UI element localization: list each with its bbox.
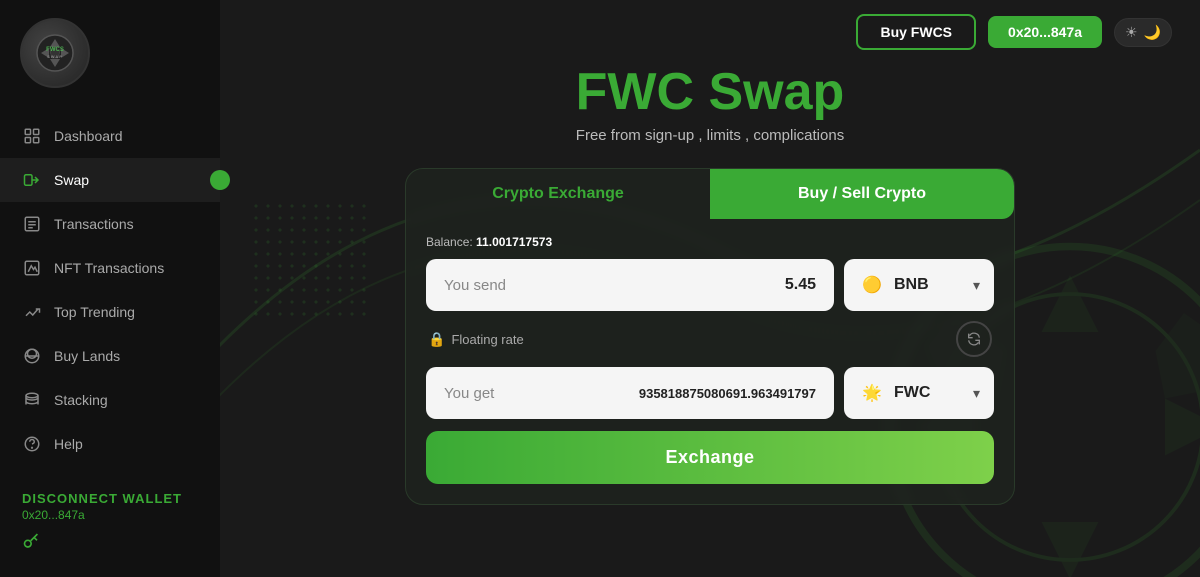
sidebar-nav: Dashboard Swap Transactions [0,114,220,466]
sidebar-item-dashboard-label: Dashboard [54,128,123,144]
you-get-input-box[interactable]: You get 935818875080691.963491797 [426,367,834,419]
tab-buy-sell-crypto[interactable]: Buy / Sell Crypto [710,169,1014,219]
you-send-value: 5.45 [785,276,816,294]
svg-text:FWCS: FWCS [46,47,64,53]
sidebar-item-stacking[interactable]: Stacking [0,378,220,422]
to-token-chevron-icon: ▾ [973,385,980,402]
tab-bar: Crypto Exchange Buy / Sell Crypto [406,169,1014,219]
main-content: Buy FWCS 0x20...847a ☀ 🌙 FWC Swap Free f… [220,0,1200,577]
sidebar-item-trending-label: Top Trending [54,304,135,320]
wallet-address-button[interactable]: 0x20...847a [988,16,1102,48]
sidebar-item-nft-label: NFT Transactions [54,260,164,276]
from-token-chevron-icon: ▾ [973,277,980,294]
help-icon [22,434,42,454]
rate-row: 🔒 Floating rate [426,311,994,367]
swap-card: Crypto Exchange Buy / Sell Crypto Balanc… [405,168,1015,505]
to-token-select[interactable]: 🌟 FWC ▾ [844,367,994,419]
card-body: Balance: 11.001717573 You send 5.45 🟡 BN… [406,219,1014,504]
sidebar-item-help-label: Help [54,436,83,452]
sidebar-item-stacking-label: Stacking [54,392,108,408]
balance-value: 11.001717573 [476,235,552,249]
moon-icon: 🌙 [1144,24,1161,41]
logo-area: FWCS SWAP [0,0,220,106]
sidebar-item-lands-label: Buy Lands [54,348,120,364]
to-token-name: FWC [894,384,965,402]
balance-label: Balance: [426,235,473,249]
stacking-icon [22,390,42,410]
floating-rate: 🔒 Floating rate [428,331,524,348]
sidebar-item-top-trending[interactable]: Top Trending [0,290,220,334]
sidebar-footer: DISCONNECT WALLET 0x20...847a [0,471,220,577]
to-token-icon: 🌟 [858,379,886,407]
sidebar: FWCS SWAP Dashboard [0,0,220,577]
sidebar-item-transactions-label: Transactions [54,216,134,232]
sidebar-item-dashboard[interactable]: Dashboard [0,114,220,158]
sidebar-item-help[interactable]: Help [0,422,220,466]
exchange-button[interactable]: Exchange [426,431,994,484]
trending-icon [22,302,42,322]
from-token-icon: 🟡 [858,271,886,299]
from-token-name: BNB [894,276,965,294]
get-row: You get 935818875080691.963491797 🌟 FWC … [426,367,994,419]
nft-icon [22,258,42,278]
floating-rate-label: Floating rate [451,332,523,347]
page-content: FWC Swap Free from sign-up , limits , co… [220,64,1200,505]
transactions-icon [22,214,42,234]
sidebar-item-nft-transactions[interactable]: NFT Transactions [0,246,220,290]
you-get-label: You get [444,385,639,402]
swap-icon [22,170,42,190]
lands-icon [22,346,42,366]
top-header: Buy FWCS 0x20...847a ☀ 🌙 [220,0,1200,64]
sidebar-item-swap[interactable]: Swap [0,158,220,202]
sidebar-item-transactions[interactable]: Transactions [0,202,220,246]
page-subtitle: Free from sign-up , limits , complicatio… [576,127,844,144]
theme-toggle[interactable]: ☀ 🌙 [1114,18,1172,47]
balance-row: Balance: 11.001717573 [426,235,994,249]
send-row: You send 5.45 🟡 BNB ▾ [426,259,994,311]
disconnect-wallet-button[interactable]: DISCONNECT WALLET [22,491,198,506]
soccer-ball-icon: FWCS SWAP [35,33,75,73]
logo-image: FWCS SWAP [20,18,90,88]
refresh-button[interactable] [956,321,992,357]
you-get-value: 935818875080691.963491797 [639,386,816,401]
buy-fwcs-button[interactable]: Buy FWCS [856,14,976,50]
sidebar-wallet-address: 0x20...847a [22,508,85,522]
dashboard-icon [22,126,42,146]
key-icon [22,532,198,557]
page-title: FWC Swap [576,64,845,121]
sun-icon: ☀ [1125,24,1138,41]
tab-crypto-exchange[interactable]: Crypto Exchange [406,169,710,219]
from-token-select[interactable]: 🟡 BNB ▾ [844,259,994,311]
lock-icon: 🔒 [428,331,445,348]
sidebar-item-swap-label: Swap [54,172,89,188]
you-send-input-box[interactable]: You send 5.45 [426,259,834,311]
you-send-label: You send [444,277,785,294]
sidebar-item-buy-lands[interactable]: Buy Lands [0,334,220,378]
svg-text:SWAP: SWAP [47,54,63,59]
